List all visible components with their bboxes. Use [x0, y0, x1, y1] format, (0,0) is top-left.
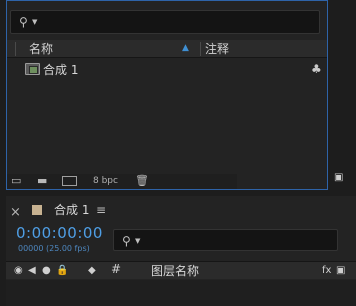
- trash-icon[interactable]: 🗑: [135, 174, 149, 188]
- project-column-header: 名称 ▲ 注释: [7, 40, 327, 58]
- close-icon[interactable]: ×: [10, 205, 21, 220]
- sort-ascending-icon[interactable]: ▲: [182, 43, 189, 53]
- flowchart-icon[interactable]: ♣: [311, 62, 322, 76]
- new-folder-icon[interactable]: ▬: [37, 174, 47, 188]
- bit-depth-label[interactable]: 8 bpc: [93, 175, 118, 187]
- composition-color-swatch[interactable]: [32, 205, 42, 215]
- timeline-layer-area: [6, 280, 356, 306]
- column-divider[interactable]: [200, 42, 201, 56]
- interpret-footage-icon[interactable]: ▭: [11, 174, 21, 188]
- frame-blend-icon[interactable]: ▣: [336, 264, 345, 277]
- search-dropdown-caret-icon[interactable]: ▼: [32, 18, 37, 26]
- panel-menu-icon[interactable]: ▣: [334, 172, 343, 183]
- eye-icon[interactable]: ◉: [14, 264, 23, 277]
- label-tag-icon[interactable]: ◆: [88, 264, 96, 277]
- timeline-column-header: ◉ ◀ ● 🔒 ◆ # 图层名称 fx ▣: [6, 261, 356, 279]
- fx-label[interactable]: fx: [322, 264, 331, 277]
- solo-icon[interactable]: ●: [42, 264, 51, 277]
- frame-rate-readout: 00000 (25.00 fps): [18, 244, 90, 253]
- panel-menu-icon[interactable]: ≡: [96, 202, 106, 218]
- search-icon: ⚲: [122, 234, 131, 248]
- composition-name: 合成 1: [43, 63, 79, 77]
- current-time-display[interactable]: 0:00:00:00: [16, 224, 103, 242]
- layer-name-label[interactable]: 图层名称: [151, 263, 199, 279]
- lock-icon[interactable]: 🔒: [56, 264, 68, 277]
- column-comment-label[interactable]: 注释: [205, 41, 229, 57]
- audio-icon[interactable]: ◀: [28, 264, 36, 277]
- column-name-label[interactable]: 名称: [29, 41, 53, 57]
- project-footer: ▭ ▬ 8 bpc 🗑: [7, 174, 237, 189]
- layer-number-label: #: [111, 262, 122, 276]
- timeline-tab-title[interactable]: 合成 1: [54, 202, 89, 218]
- timeline-search-input[interactable]: ⚲ ▼: [113, 229, 338, 251]
- search-dropdown-caret-icon[interactable]: ▼: [135, 237, 140, 245]
- composition-icon: [25, 63, 40, 75]
- search-icon: ⚲: [19, 15, 28, 29]
- column-divider[interactable]: [15, 42, 16, 56]
- project-search-input[interactable]: ⚲ ▼: [10, 10, 320, 34]
- new-composition-icon[interactable]: [62, 176, 77, 186]
- list-item[interactable]: 合成 1 ♣: [7, 61, 327, 79]
